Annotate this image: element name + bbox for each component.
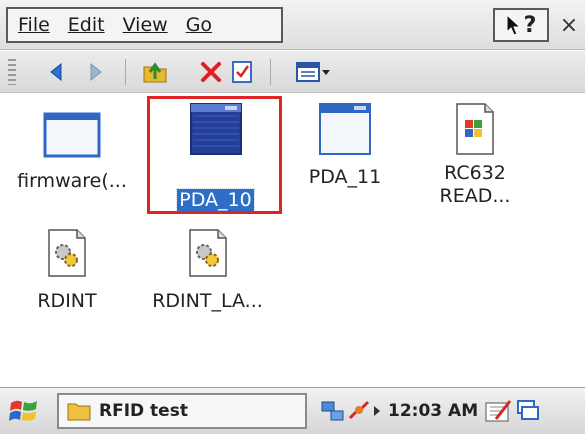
system-tray: 12:03 AM: [320, 393, 585, 429]
file-item-rdint-la[interactable]: RDINT_LA...: [140, 228, 275, 313]
file-item-rdint[interactable]: RDINT: [22, 228, 112, 313]
views-button[interactable]: [288, 57, 338, 87]
menu-edit[interactable]: Edit: [68, 14, 105, 36]
task-button-rfid-test[interactable]: RFID test: [57, 393, 307, 429]
forward-button[interactable]: [80, 57, 110, 87]
menu-go-label: Go: [185, 14, 213, 36]
help-glyph: ?: [523, 12, 537, 38]
up-folder-button[interactable]: [140, 57, 170, 87]
file-label: RDINT: [37, 290, 97, 312]
highlight-box: [147, 96, 282, 214]
close-icon: ×: [559, 12, 579, 38]
menu-edit-label: Edit: [67, 14, 105, 36]
toolbar-separator: [270, 59, 271, 85]
dropdown-icon: [322, 70, 330, 75]
file-item-firmware[interactable]: firmware(...: [12, 110, 132, 193]
forward-icon: [90, 62, 102, 82]
arrow-cursor-icon: [506, 14, 521, 36]
executable-file-icon: [188, 229, 227, 277]
window-file-icon: [319, 103, 371, 155]
menu-view-label: View: [122, 14, 168, 36]
help-button[interactable]: ?: [493, 8, 549, 42]
file-label: RC632 READ...: [439, 162, 511, 207]
document-file-icon: [456, 103, 494, 155]
folder-icon: [67, 403, 91, 421]
menu-go[interactable]: Go: [186, 14, 212, 36]
close-button[interactable]: ×: [553, 8, 585, 42]
menu-file[interactable]: File: [18, 14, 50, 36]
back-icon: [50, 62, 62, 82]
toolbar-grip[interactable]: [8, 59, 16, 85]
input-panel-icon[interactable]: [484, 397, 514, 425]
file-item-pda-11[interactable]: PDA_11: [290, 100, 400, 189]
file-item-rc632-readme[interactable]: RC632 READ...: [420, 102, 530, 208]
disconnect-icon[interactable]: [346, 398, 372, 424]
network-icon[interactable]: [320, 398, 346, 424]
desktop-icon[interactable]: [514, 397, 540, 425]
delete-icon: [201, 62, 221, 82]
toolbar: [0, 51, 585, 93]
tray-expand-icon[interactable]: [372, 404, 382, 418]
task-label: RFID test: [99, 401, 188, 421]
executable-file-icon: [48, 229, 86, 277]
back-button[interactable]: [42, 57, 72, 87]
menu-group: File Edit View Go: [6, 7, 283, 43]
views-icon: [296, 62, 320, 82]
properties-icon: [232, 61, 252, 83]
taskbar: RFID test 12:03 AM: [0, 387, 585, 434]
menu-bar: File Edit View Go ? ×: [0, 0, 585, 50]
up-folder-icon: [143, 62, 167, 83]
windows-flag-icon: [9, 400, 37, 421]
clock[interactable]: 12:03 AM: [388, 401, 478, 421]
toolbar-separator: [125, 59, 126, 85]
start-button[interactable]: [8, 397, 40, 425]
delete-button[interactable]: [196, 57, 226, 87]
file-label: RDINT_LA...: [152, 290, 263, 312]
menu-file-label: File: [18, 14, 50, 36]
window-file-icon: [43, 112, 101, 158]
menu-view[interactable]: View: [123, 14, 168, 36]
file-label: firmware(...: [17, 170, 127, 192]
file-label: PDA_11: [308, 166, 382, 188]
properties-button[interactable]: [227, 57, 257, 87]
